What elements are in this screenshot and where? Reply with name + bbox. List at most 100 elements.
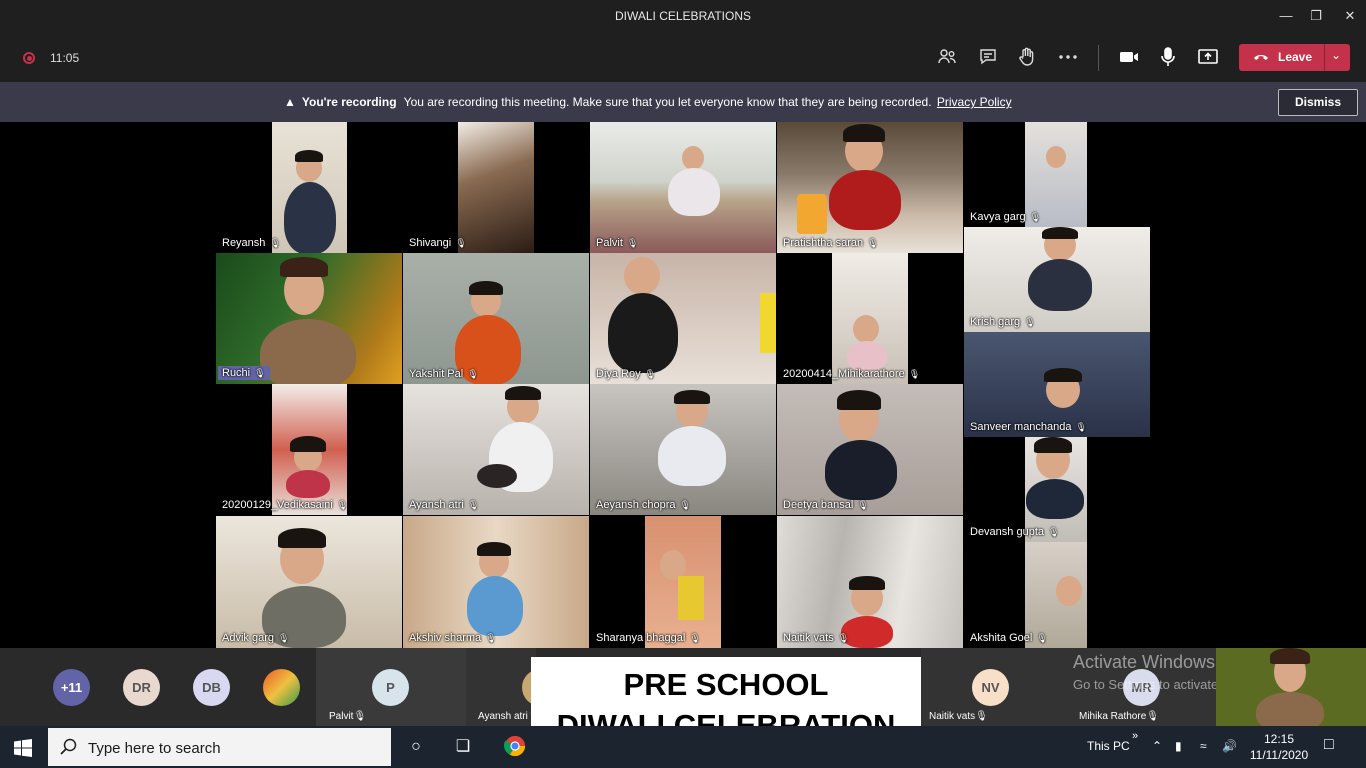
- video-tile[interactable]: Akshiv sharma 🎙: [403, 516, 589, 648]
- task-view-icon[interactable]: ❏: [451, 735, 475, 759]
- microphone-icon: 🎙: [467, 369, 479, 379]
- video-tile[interactable]: Ayansh atri 🎙: [403, 384, 589, 515]
- tray-tile[interactable]: NV Naitik vats🎙: [921, 648, 1066, 726]
- video-tile[interactable]: Diya Roy 🎙: [590, 253, 776, 384]
- video-tile[interactable]: Advik garg 🎙: [216, 516, 402, 648]
- microphone-icon[interactable]: [1156, 45, 1180, 69]
- participant-name: 20200129_Vedikasaini 🎙: [222, 499, 349, 511]
- search-placeholder: Type here to search: [88, 740, 221, 757]
- tray-participant-name: Palvit🎙: [329, 711, 367, 722]
- microphone-icon: 🎙: [644, 369, 657, 379]
- chevron-down-icon[interactable]: ⌄: [1331, 48, 1341, 62]
- participant-name: Devansh gupta 🎙: [970, 526, 1060, 538]
- participant-name: Yakshit Pal 🎙: [409, 368, 479, 380]
- microphone-icon: 🎙: [467, 500, 480, 510]
- recording-banner: ▲ You're recording You are recording this…: [0, 82, 1366, 122]
- windows-start-icon[interactable]: [14, 739, 32, 757]
- microphone-icon: 🎙: [485, 633, 497, 643]
- video-tile[interactable]: Krish garg 🎙: [964, 227, 1150, 332]
- video-tile[interactable]: Reyansh 🎙: [216, 122, 402, 253]
- video-grid: Reyansh 🎙 Shivangi 🎙 Palvit 🎙 Pratishtha sa…: [0, 122, 1366, 648]
- participant-name: Aeyansh chopra 🎙: [596, 499, 691, 511]
- participants-icon[interactable]: [935, 45, 959, 69]
- this-pc-label[interactable]: This PC: [1087, 739, 1130, 753]
- recording-heading: You're recording: [301, 95, 397, 109]
- microphone-icon: 🎙: [689, 633, 701, 643]
- video-tile[interactable]: Pratishtha saran 🎙: [777, 122, 963, 253]
- microphone-icon: 🎙: [254, 368, 266, 378]
- video-tile[interactable]: Aeyansh chopra 🎙: [590, 384, 776, 515]
- participant-name: Deetya bansal 🎙: [783, 499, 869, 511]
- tray-tile[interactable]: P Palvit🎙: [316, 648, 466, 726]
- raise-hand-icon[interactable]: [1015, 45, 1039, 69]
- avatar[interactable]: [263, 669, 300, 706]
- microphone-icon: 🎙: [455, 238, 467, 248]
- video-tile[interactable]: Devansh gupta 🎙: [964, 437, 1150, 542]
- wifi-icon[interactable]: ≈: [1200, 739, 1207, 753]
- video-tile[interactable]: Sanveer manchanda 🎙: [964, 332, 1150, 437]
- dismiss-button[interactable]: Dismiss: [1278, 89, 1358, 116]
- camera-icon[interactable]: [1117, 45, 1141, 69]
- meeting-toolbar: 11:05 Leave ⌄: [0, 32, 1366, 82]
- overflow-avatar[interactable]: +11: [53, 669, 90, 706]
- taskbar-clock[interactable]: 12:15 11/11/2020: [1249, 731, 1309, 763]
- video-tile[interactable]: Akshita Goel 🎙: [964, 542, 1150, 648]
- participant-name: Diya Roy 🎙: [596, 368, 657, 380]
- video-tile[interactable]: Sharanya bhaggal 🎙: [590, 516, 776, 648]
- participant-name: Naitik vats 🎙: [783, 632, 850, 644]
- microphone-icon: 🎙: [679, 500, 691, 510]
- recording-message: You are recording this meeting. Make sur…: [403, 95, 932, 109]
- more-options-icon[interactable]: [1056, 45, 1080, 69]
- participant-name: Shivangi 🎙: [409, 237, 467, 249]
- video-tile[interactable]: Yakshit Pal 🎙: [403, 253, 589, 384]
- video-tile[interactable]: Ruchi 🎙: [216, 253, 402, 384]
- share-screen-icon[interactable]: [1196, 45, 1220, 69]
- participant-name: Sharanya bhaggal 🎙: [596, 632, 701, 644]
- microphone-icon: 🎙: [1048, 527, 1060, 537]
- show-hidden-icons-icon[interactable]: ⌃: [1152, 739, 1162, 753]
- video-tile[interactable]: Shivangi 🎙: [403, 122, 589, 253]
- participant-name: Krish garg 🎙: [970, 316, 1036, 328]
- cortana-icon[interactable]: ○: [404, 735, 428, 759]
- tray-participant-name: Mihika Rathore🎙: [1079, 711, 1159, 722]
- privacy-policy-link[interactable]: Privacy Policy: [937, 95, 1012, 109]
- notifications-icon[interactable]: □: [1324, 736, 1334, 754]
- participant-name: Ruchi 🎙: [218, 366, 270, 380]
- video-tile[interactable]: Deetya bansal 🎙: [777, 384, 963, 515]
- video-tile[interactable]: Kavya garg 🎙: [964, 122, 1150, 227]
- taskbar-search[interactable]: Type here to search: [48, 728, 391, 766]
- avatar[interactable]: DR: [123, 669, 160, 706]
- minimize-button[interactable]: —: [1276, 6, 1296, 26]
- self-view[interactable]: [1216, 648, 1366, 726]
- microphone-icon: 🎙: [975, 711, 988, 722]
- restore-button[interactable]: ❐: [1306, 6, 1326, 26]
- microphone-icon: 🎙: [1146, 711, 1159, 722]
- video-tile[interactable]: Palvit 🎙: [590, 122, 776, 253]
- participant-name: Akshita Goel 🎙: [970, 632, 1048, 644]
- recording-icon: [23, 52, 35, 64]
- volume-icon[interactable]: 🔊: [1222, 739, 1237, 753]
- video-tile[interactable]: 20200414_Mihikarathore 🎙: [777, 253, 963, 384]
- video-tile[interactable]: Naitik vats 🎙: [777, 516, 963, 648]
- participant-name: Sanveer manchanda 🎙: [970, 421, 1087, 433]
- participant-name: Advik garg 🎙: [222, 632, 290, 644]
- close-button[interactable]: ✕: [1340, 6, 1360, 26]
- chrome-icon[interactable]: [503, 735, 527, 759]
- avatar[interactable]: DB: [193, 669, 230, 706]
- microphone-icon: 🎙: [837, 633, 850, 643]
- clock-date: 11/11/2020: [1249, 748, 1309, 762]
- chat-icon[interactable]: [976, 45, 1000, 69]
- microphone-icon: 🎙: [353, 711, 367, 722]
- tray-tile[interactable]: Ayansh atri🎙: [466, 648, 559, 726]
- clock-time: 12:15: [1263, 732, 1295, 746]
- microphone-icon: 🎙: [857, 500, 869, 510]
- video-tile[interactable]: 20200129_Vedikasaini 🎙: [216, 384, 402, 515]
- participant-name: 20200414_Mihikarathore 🎙: [783, 368, 921, 380]
- leave-button[interactable]: Leave ⌄: [1239, 44, 1350, 71]
- participant-name: Reyansh 🎙: [222, 237, 281, 249]
- battery-icon[interactable]: ▮: [1175, 739, 1182, 753]
- title-bar: DIWALI CELEBRATIONS — ❐ ✕: [0, 0, 1366, 32]
- participant-name: Pratishtha saran 🎙: [783, 237, 879, 249]
- chevron-right-icon[interactable]: »: [1132, 730, 1138, 742]
- participant-name: Kavya garg 🎙: [970, 211, 1042, 223]
